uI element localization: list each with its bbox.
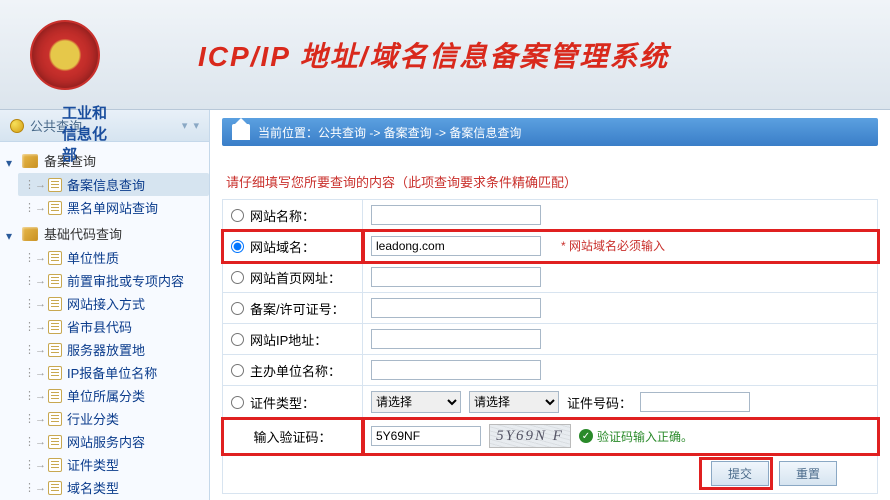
tree-parent-1[interactable]: 基础代码查询 bbox=[0, 221, 209, 246]
page-icon bbox=[48, 366, 62, 380]
input-name[interactable] bbox=[371, 205, 541, 225]
tree-item[interactable]: ⋮→单位性质 bbox=[18, 246, 209, 269]
query-form: 请仔细填写您所要查询的内容（此项查询要求条件精确匹配） 网站名称： 网站域名： * … bbox=[222, 164, 878, 494]
input-domain[interactable] bbox=[371, 236, 541, 256]
breadcrumb: 当前位置：公共查询 -> 备案查询 -> 备案信息查询 bbox=[222, 118, 878, 146]
arrow-down-icon bbox=[6, 228, 18, 240]
national-emblem-icon bbox=[30, 20, 100, 90]
radio-cert[interactable]: 证件类型： bbox=[231, 393, 354, 412]
chevron-down-icon: ▾ ▾ bbox=[182, 119, 199, 132]
input-sponsor[interactable] bbox=[371, 360, 541, 380]
app-header: 工业和信息化部 ICP/IP 地址/域名信息备案管理系统 bbox=[0, 0, 890, 110]
tree-item[interactable]: ⋮→黑名单网站查询 bbox=[18, 196, 209, 219]
system-title: ICP/IP 地址/域名信息备案管理系统 bbox=[198, 35, 669, 75]
folder-icon bbox=[22, 154, 38, 168]
tree-item[interactable]: ⋮→IP报备单位名称 bbox=[18, 361, 209, 384]
breadcrumb-text: 当前位置：公共查询 -> 备案查询 -> 备案信息查询 bbox=[258, 124, 521, 141]
tree-item[interactable]: ⋮→前置审批或专项内容 bbox=[18, 269, 209, 292]
page-icon bbox=[48, 251, 62, 265]
sidebar: 公共查询 ▾ ▾ 备案查询⋮→备案信息查询⋮→黑名单网站查询基础代码查询⋮→单位… bbox=[0, 110, 210, 500]
input-ip[interactable] bbox=[371, 329, 541, 349]
input-homepage[interactable] bbox=[371, 267, 541, 287]
tree-item[interactable]: ⋮→证件类型 bbox=[18, 453, 209, 476]
captcha-input[interactable] bbox=[371, 426, 481, 446]
tree-item[interactable]: ⋮→域名类型 bbox=[18, 476, 209, 499]
cert-code-input[interactable] bbox=[640, 392, 750, 412]
tree-item[interactable]: ⋮→网站服务内容 bbox=[18, 430, 209, 453]
cert-type-select[interactable]: 请选择 bbox=[371, 391, 461, 413]
tree-item[interactable]: ⋮→省市县代码 bbox=[18, 315, 209, 338]
tree-item[interactable]: ⋮→单位所属分类 bbox=[18, 384, 209, 407]
tree-item[interactable]: ⋮→行业分类 bbox=[18, 407, 209, 430]
page-icon bbox=[48, 201, 62, 215]
page-icon bbox=[48, 297, 62, 311]
folder-icon bbox=[22, 227, 38, 241]
page-icon bbox=[48, 274, 62, 288]
reset-button[interactable]: 重置 bbox=[779, 461, 837, 486]
radio-name[interactable]: 网站名称： bbox=[231, 206, 354, 225]
radio-license[interactable]: 备案/许可证号： bbox=[231, 299, 354, 318]
tree-item[interactable]: ⋮→备案信息查询 bbox=[18, 173, 209, 196]
radio-sponsor[interactable]: 主办单位名称： bbox=[231, 361, 354, 380]
org-name: 工业和信息化部 bbox=[62, 102, 108, 165]
radio-homepage[interactable]: 网站首页网址： bbox=[231, 268, 354, 287]
radio-ip[interactable]: 网站IP地址： bbox=[231, 330, 354, 349]
home-icon[interactable] bbox=[232, 124, 250, 140]
required-note: * 网站域名必须输入 bbox=[561, 239, 665, 253]
page-icon bbox=[48, 320, 62, 334]
page-icon bbox=[48, 412, 62, 426]
cert-subtype-select[interactable]: 请选择 bbox=[469, 391, 559, 413]
submit-button[interactable]: 提交 bbox=[711, 461, 769, 486]
tree-item[interactable]: ⋮→服务器放置地 bbox=[18, 338, 209, 361]
input-license[interactable] bbox=[371, 298, 541, 318]
radio-domain[interactable]: 网站域名： bbox=[231, 237, 354, 256]
nav-tree: 备案查询⋮→备案信息查询⋮→黑名单网站查询基础代码查询⋮→单位性质⋮→前置审批或… bbox=[0, 142, 209, 500]
bullet-icon bbox=[10, 119, 24, 133]
tree-item[interactable]: ⋮→网站接入方式 bbox=[18, 292, 209, 315]
content-area: 当前位置：公共查询 -> 备案查询 -> 备案信息查询 请仔细填写您所要查询的内… bbox=[210, 110, 890, 500]
captcha-status: ✓验证码输入正确。 bbox=[579, 428, 693, 445]
arrow-down-icon bbox=[6, 155, 18, 167]
form-hint: 请仔细填写您所要查询的内容（此项查询要求条件精确匹配） bbox=[222, 164, 878, 199]
page-icon bbox=[48, 481, 62, 495]
page-icon bbox=[48, 435, 62, 449]
check-icon: ✓ bbox=[579, 429, 593, 443]
page-icon bbox=[48, 389, 62, 403]
page-icon bbox=[48, 178, 62, 192]
captcha-image[interactable]: 5Y69N F bbox=[489, 424, 571, 448]
page-icon bbox=[48, 458, 62, 472]
page-icon bbox=[48, 343, 62, 357]
